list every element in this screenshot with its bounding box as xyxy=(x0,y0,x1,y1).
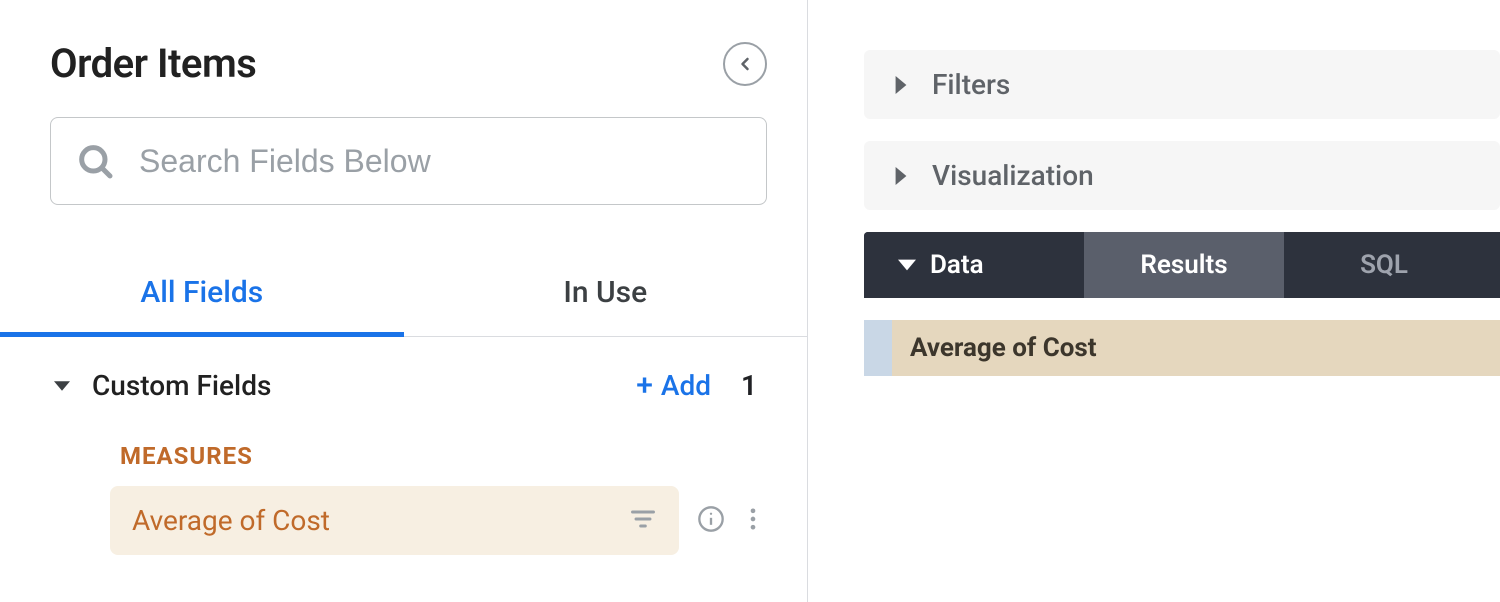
custom-fields-count: 1 xyxy=(741,369,757,402)
visualization-accordion[interactable]: Visualization xyxy=(864,141,1500,210)
filters-accordion[interactable]: Filters xyxy=(864,50,1500,119)
tab-data[interactable]: Data xyxy=(864,232,1084,298)
results-header-row: Average of Cost xyxy=(864,320,1500,376)
collapse-panel-button[interactable] xyxy=(723,42,767,86)
caret-down-icon xyxy=(54,378,70,394)
section-collapse-toggle[interactable] xyxy=(50,378,74,394)
chevron-left-icon xyxy=(735,54,755,74)
measures-label: MEASURES xyxy=(120,442,767,470)
custom-fields-header: Custom Fields + Add 1 xyxy=(50,369,767,402)
explore-panel: Filters Visualization Data Results SQL A… xyxy=(808,0,1500,602)
fields-panel: Order Items All Fields In Use Custom Fie… xyxy=(0,0,808,602)
search-input[interactable] xyxy=(139,143,742,180)
add-custom-field-button[interactable]: + Add xyxy=(636,369,711,402)
caret-down-icon xyxy=(898,256,916,274)
tab-results[interactable]: Results xyxy=(1084,232,1284,298)
field-average-of-cost[interactable]: Average of Cost xyxy=(110,486,679,555)
caret-right-icon xyxy=(892,167,910,185)
plus-icon: + xyxy=(636,371,653,401)
field-info-button[interactable] xyxy=(697,505,725,537)
app-root: Order Items All Fields In Use Custom Fie… xyxy=(0,0,1500,602)
tab-data-label: Data xyxy=(930,250,984,280)
field-row: Average of Cost xyxy=(110,486,767,555)
tab-all-fields[interactable]: All Fields xyxy=(0,255,404,336)
column-header-average-of-cost[interactable]: Average of Cost xyxy=(892,320,1500,376)
field-more-button[interactable] xyxy=(739,505,767,537)
visualization-label: Visualization xyxy=(932,159,1094,192)
fields-panel-header: Order Items xyxy=(50,40,767,87)
panel-title: Order Items xyxy=(50,40,256,87)
filters-label: Filters xyxy=(932,68,1010,101)
data-tabbar: Data Results SQL xyxy=(864,232,1500,298)
field-label: Average of Cost xyxy=(132,504,330,537)
filter-icon[interactable] xyxy=(629,505,657,537)
search-field-wrapper[interactable] xyxy=(50,117,767,205)
search-icon xyxy=(75,141,115,181)
caret-right-icon xyxy=(892,76,910,94)
tab-sql[interactable]: SQL xyxy=(1284,232,1484,298)
section-title: Custom Fields xyxy=(92,369,636,402)
explore-inner: Filters Visualization Data Results SQL A… xyxy=(808,50,1500,376)
tab-in-use[interactable]: In Use xyxy=(404,255,808,336)
add-label: Add xyxy=(661,369,711,402)
fields-tabs: All Fields In Use xyxy=(0,255,807,337)
custom-fields-section: Custom Fields + Add 1 MEASURES Average o… xyxy=(50,369,767,555)
row-handle[interactable] xyxy=(864,320,892,376)
